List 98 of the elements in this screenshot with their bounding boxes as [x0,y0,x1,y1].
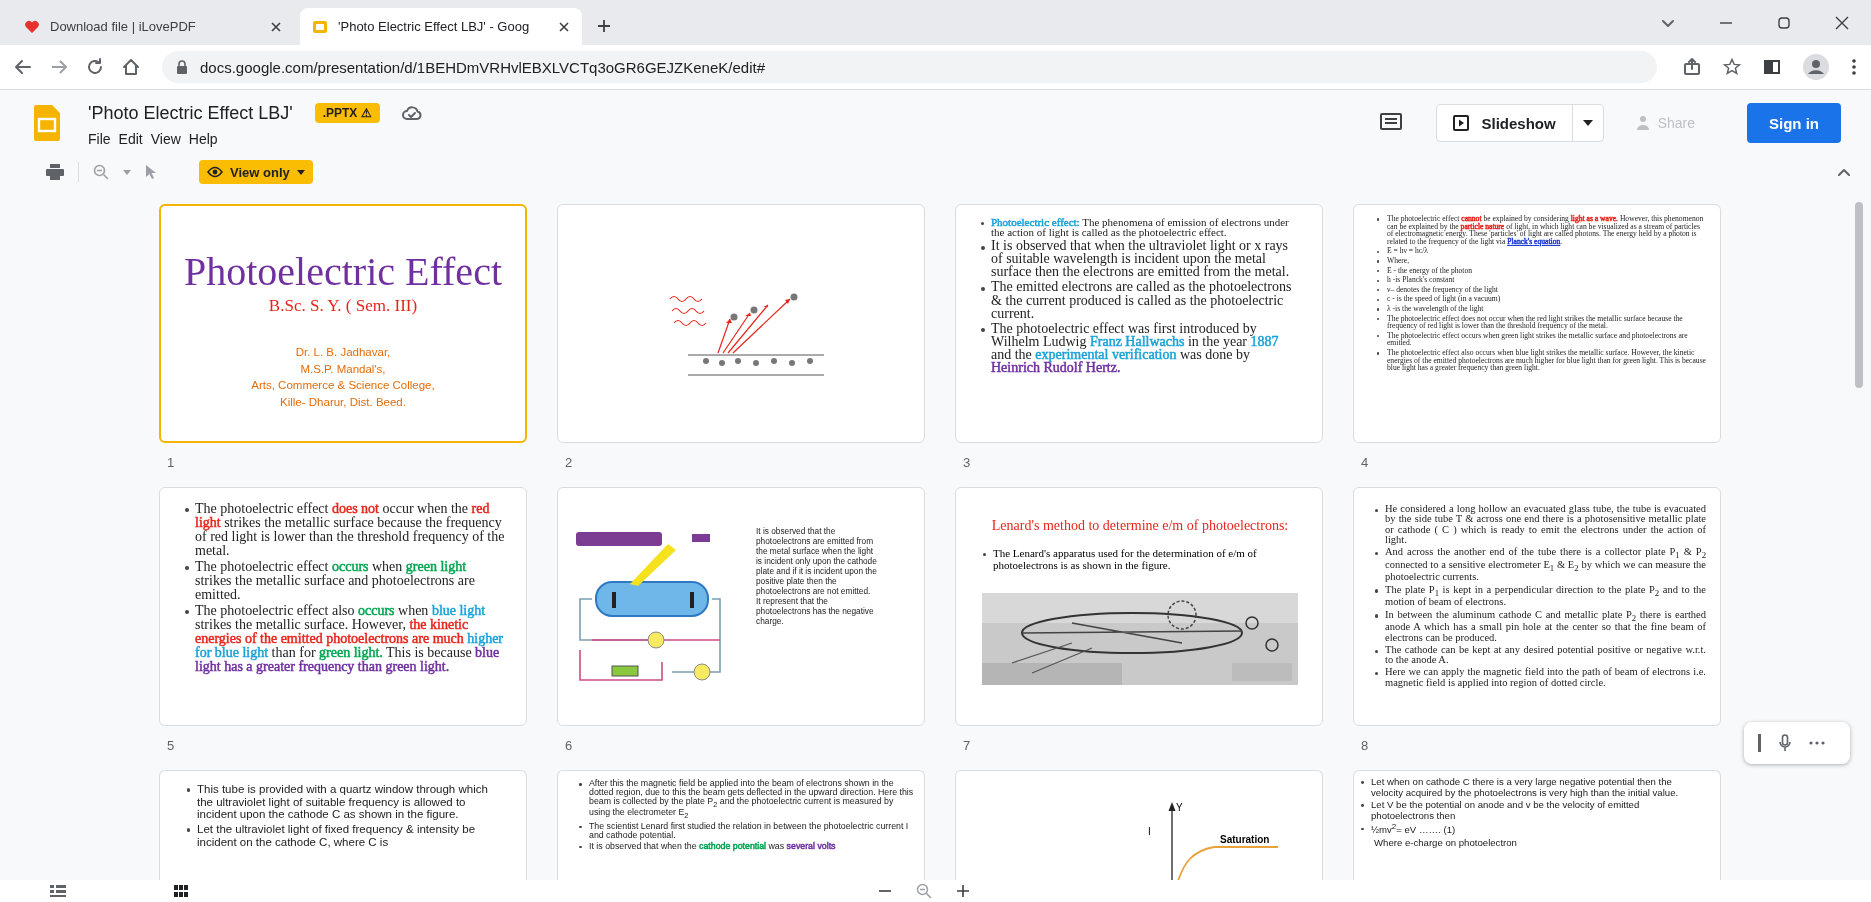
bullet-text: ½mv$^{2}$= eV ……. (1) [1360,823,1704,836]
author-line: M.S.P. Mandal's, [300,361,386,377]
close-icon[interactable] [270,20,282,33]
bullet-text: The photoelectric effect does not occur when the red light strikes the metallic surface because the frequency of red light is lower than the threshold frequency of the metal. [184,502,506,558]
document-title: 'Photo Electric Effect LBJ' [88,102,293,124]
file-type-badge: .PPTX ⚠ [314,103,380,123]
slide-thumbnail[interactable] [557,770,925,880]
bullet-text: The emitted electrons are called as the photoelectrons & the current produced is called as the photoelectric current. [980,280,1300,320]
menu-item[interactable]: File [88,129,119,148]
slide-thumbnail[interactable] [557,487,925,726]
bullet-text: The photoelectric effect also occurs when blue light strikes the metallic surface. However, the kinetic energies of the emitted photoelectrons are much higher for blue light than for green light. This is because blue light has a greater frequency than green light. [184,604,506,674]
slide-number: 3 [962,454,972,472]
curve-label: Saturation [1220,834,1270,845]
bullet-text: And across the another end of the tube there is a collector plate P$_{1}$ & P$_{2}$ connected to a sensitive electrometer E$_{1}$ & E$_{2}$ by which we can measure the photoelectric currents. [1374,547,1706,583]
share-icon[interactable] [1683,58,1701,76]
bullet-text: Photoelectric effect: The phenomena of emission of electrons under the action of light is called as the photoelectric effect. [980,217,1300,238]
axis-label: I [1148,826,1151,837]
slide-thumbnail[interactable] [557,204,925,443]
more-icon[interactable] [1851,58,1857,76]
slide-thumbnail[interactable]: Photoelectric Effect B.Sc. S. Y. ( Sem. III) Dr. L. B. Jadhavar, M.S.P. Mandal's, Arts, Commerce & Science College, Kille- Dharur, Dist. Beed. [159,204,527,443]
zoom-icon[interactable] [916,883,932,899]
close-icon[interactable] [558,20,570,33]
browser-tab[interactable]: Download file | iLovePDF [12,8,294,45]
profile-icon[interactable] [1803,54,1829,80]
bullet-text: The photoelectric effect occurs when green light strikes the metallic surface and photoelectrons are emitted. [184,560,506,602]
side-panel-icon[interactable] [1763,58,1781,76]
bullet-text: The plate P$_{1}$ is kept in a perpendicular direction to the plate P$_{2}$ and to the motion of beam of electrons. [1374,584,1706,608]
slide-number: 1 [166,454,176,472]
bullet-text: The Lenard's apparatus used for the determination of e/m of photoelectrons is as shown in the figure. [982,548,1312,572]
bullet-text: Let when on cathode C there is a very large negative potential then the velocity acquired by the photoelectrons is very high than the initial value. [1360,777,1704,799]
close-icon[interactable] [1835,15,1849,30]
sign-in-button[interactable]: Sign in [1747,103,1841,143]
person-icon [1635,115,1650,131]
menu-item[interactable]: View [150,129,189,148]
maximize-icon[interactable] [1777,15,1791,30]
slide-thumbnail[interactable] [159,487,527,726]
caret-icon [296,169,305,175]
slide-number: 5 [166,737,176,755]
author-line: Dr. L. B. Jadhavar, [295,345,391,360]
chevron-up-icon[interactable] [1837,167,1851,177]
bullet-text: Here we can apply the magnetic field into the path of beam of electrons i.e. magnetic field is applied into region of dotted circle. [1374,667,1706,688]
bullet-text: It is observed that when the ultraviolet light or x rays of suitable wavelength is incident upon the metal surface then the electrons are emitted from the metal. [980,239,1300,279]
axis-label: Y [1176,802,1183,813]
print-icon[interactable] [46,164,64,180]
list-view-icon[interactable] [50,885,66,897]
bullet-text: In between the aluminum cathode C and metallic plate P$_{2}$ there is earthed anode A which has a small pin hole at the center so that the fine beam of electrons can be produced. [1374,609,1706,643]
plus-icon[interactable] [596,17,612,34]
back-arrow-icon[interactable] [14,58,32,76]
author-line: Kille- Dharur, Dist. Beed. [280,394,406,410]
slide-thumbnail[interactable] [955,204,1323,443]
address-bar[interactable]: docs.google.com/presentation/d/1BEHDmVRHvlEBXLVCTq3oGR6GEJZKeneK/edit# [162,51,1657,83]
slide-heading: Lenard's method to determine e/m of photoelectrons: [990,518,1290,534]
menu-item[interactable]: Help [188,129,226,148]
bullet-text: Let the ultraviolet light of fixed frequency & intensity be incident on the cathode C, where C is [186,822,506,849]
slide-subtitle: B.Sc. S. Y. ( Sem. III) [268,296,418,316]
author-line: Arts, Commerce & Science College, [251,378,435,393]
eye-icon [207,166,223,178]
bullet-text: Let V be the potential on anode and v be the velocity of emitted photoelectrons then [1360,800,1704,822]
bullet-text: The photoelectric effect was first introduced by Wilhelm Ludwig Franz Hallwachs in the year 1887 and the experimental verification was done by Heinrich Rudolf Hertz. [980,321,1300,374]
bullet-text: After this the magnetic field be applied into the beam of electrons shown in the dotted region, due to this the beam gets deflected in the upward direction. Here this beam is collected by the plate P$_{2}$ and the photoelectric current is measured by using the electrometer E$_{2}$ [578,779,914,820]
menu-item[interactable]: Edit [118,129,151,148]
slide-thumbnail[interactable] [1353,204,1721,443]
zoom-in-icon[interactable] [956,884,970,898]
slide-thumbnail[interactable] [1353,770,1721,880]
view-only-button[interactable]: View only [199,160,313,184]
paragraph-text: It is observed that the photoelectrons are emitted from the metal surface when the light is incident only upon the cathode plate and if it is incident upon the positive plate then the photoelectrons are not emitted. [756,526,878,596]
slide-number: 2 [564,454,574,472]
forward-arrow-icon[interactable] [50,58,68,76]
caret-icon [1582,120,1593,126]
slide-thumbnail[interactable] [1353,487,1721,726]
slide-number: 6 [564,737,574,755]
slide-number: 7 [962,737,972,755]
bullet-text: He considered a long hollow an evacuated glass tube, the tube is evacuated by the side tube T & across one end there is a photosensitive metallic plate or cathode ( C ) which is ready to emit the electrons under the action of light. [1374,504,1706,546]
play-icon [1453,115,1470,131]
slide-thumbnail[interactable]: Lenard's method to determine e/m of photoelectrons: The Lenard's apparatus used for the determination of e/m of photoelectrons is as shown in the figure. [955,487,1323,726]
browser-tab[interactable]: 'Photo Electric Effect LBJ' - Goog [300,8,582,45]
bullet-text: It is observed that when the cathode potential was several volts [578,841,914,851]
bullet-text: The scientist Lenard first studied the relation in between the photoelectric current I and cathode potential. [578,821,914,840]
slides-icon [312,18,328,35]
slide-number: 8 [1360,737,1370,755]
home-icon[interactable] [122,58,140,76]
bullet-text: This tube is provided with a quartz window through which the ultraviolet light of suitable frequency is allowed to incident upon the cathode C as shown in the figure. [186,783,506,821]
slide-thumbnail[interactable]: Y I Saturation [955,770,1323,880]
slide-title: Photoelectric Effect [184,252,502,292]
lock-icon [176,60,188,74]
grid-view-icon[interactable] [174,885,188,897]
reload-icon[interactable] [86,58,104,76]
paragraph-text: It represent that the photoelectrons has the negative charge. [756,596,875,626]
comments-icon[interactable] [1380,113,1403,133]
star-icon[interactable] [1723,58,1741,76]
microphone-icon[interactable] [1779,734,1791,752]
cloud-icon [401,105,422,121]
bullet-text: The cathode can be kept at any desired potential positive or negative w.r.t. to the anode A. [1374,644,1706,666]
more-icon[interactable] [1809,741,1825,745]
formula-note: Where e-charge on photoelectron [1373,837,1518,849]
slide-number: 4 [1360,454,1370,472]
slide-thumbnail[interactable] [159,770,527,880]
heart-icon [24,18,40,35]
